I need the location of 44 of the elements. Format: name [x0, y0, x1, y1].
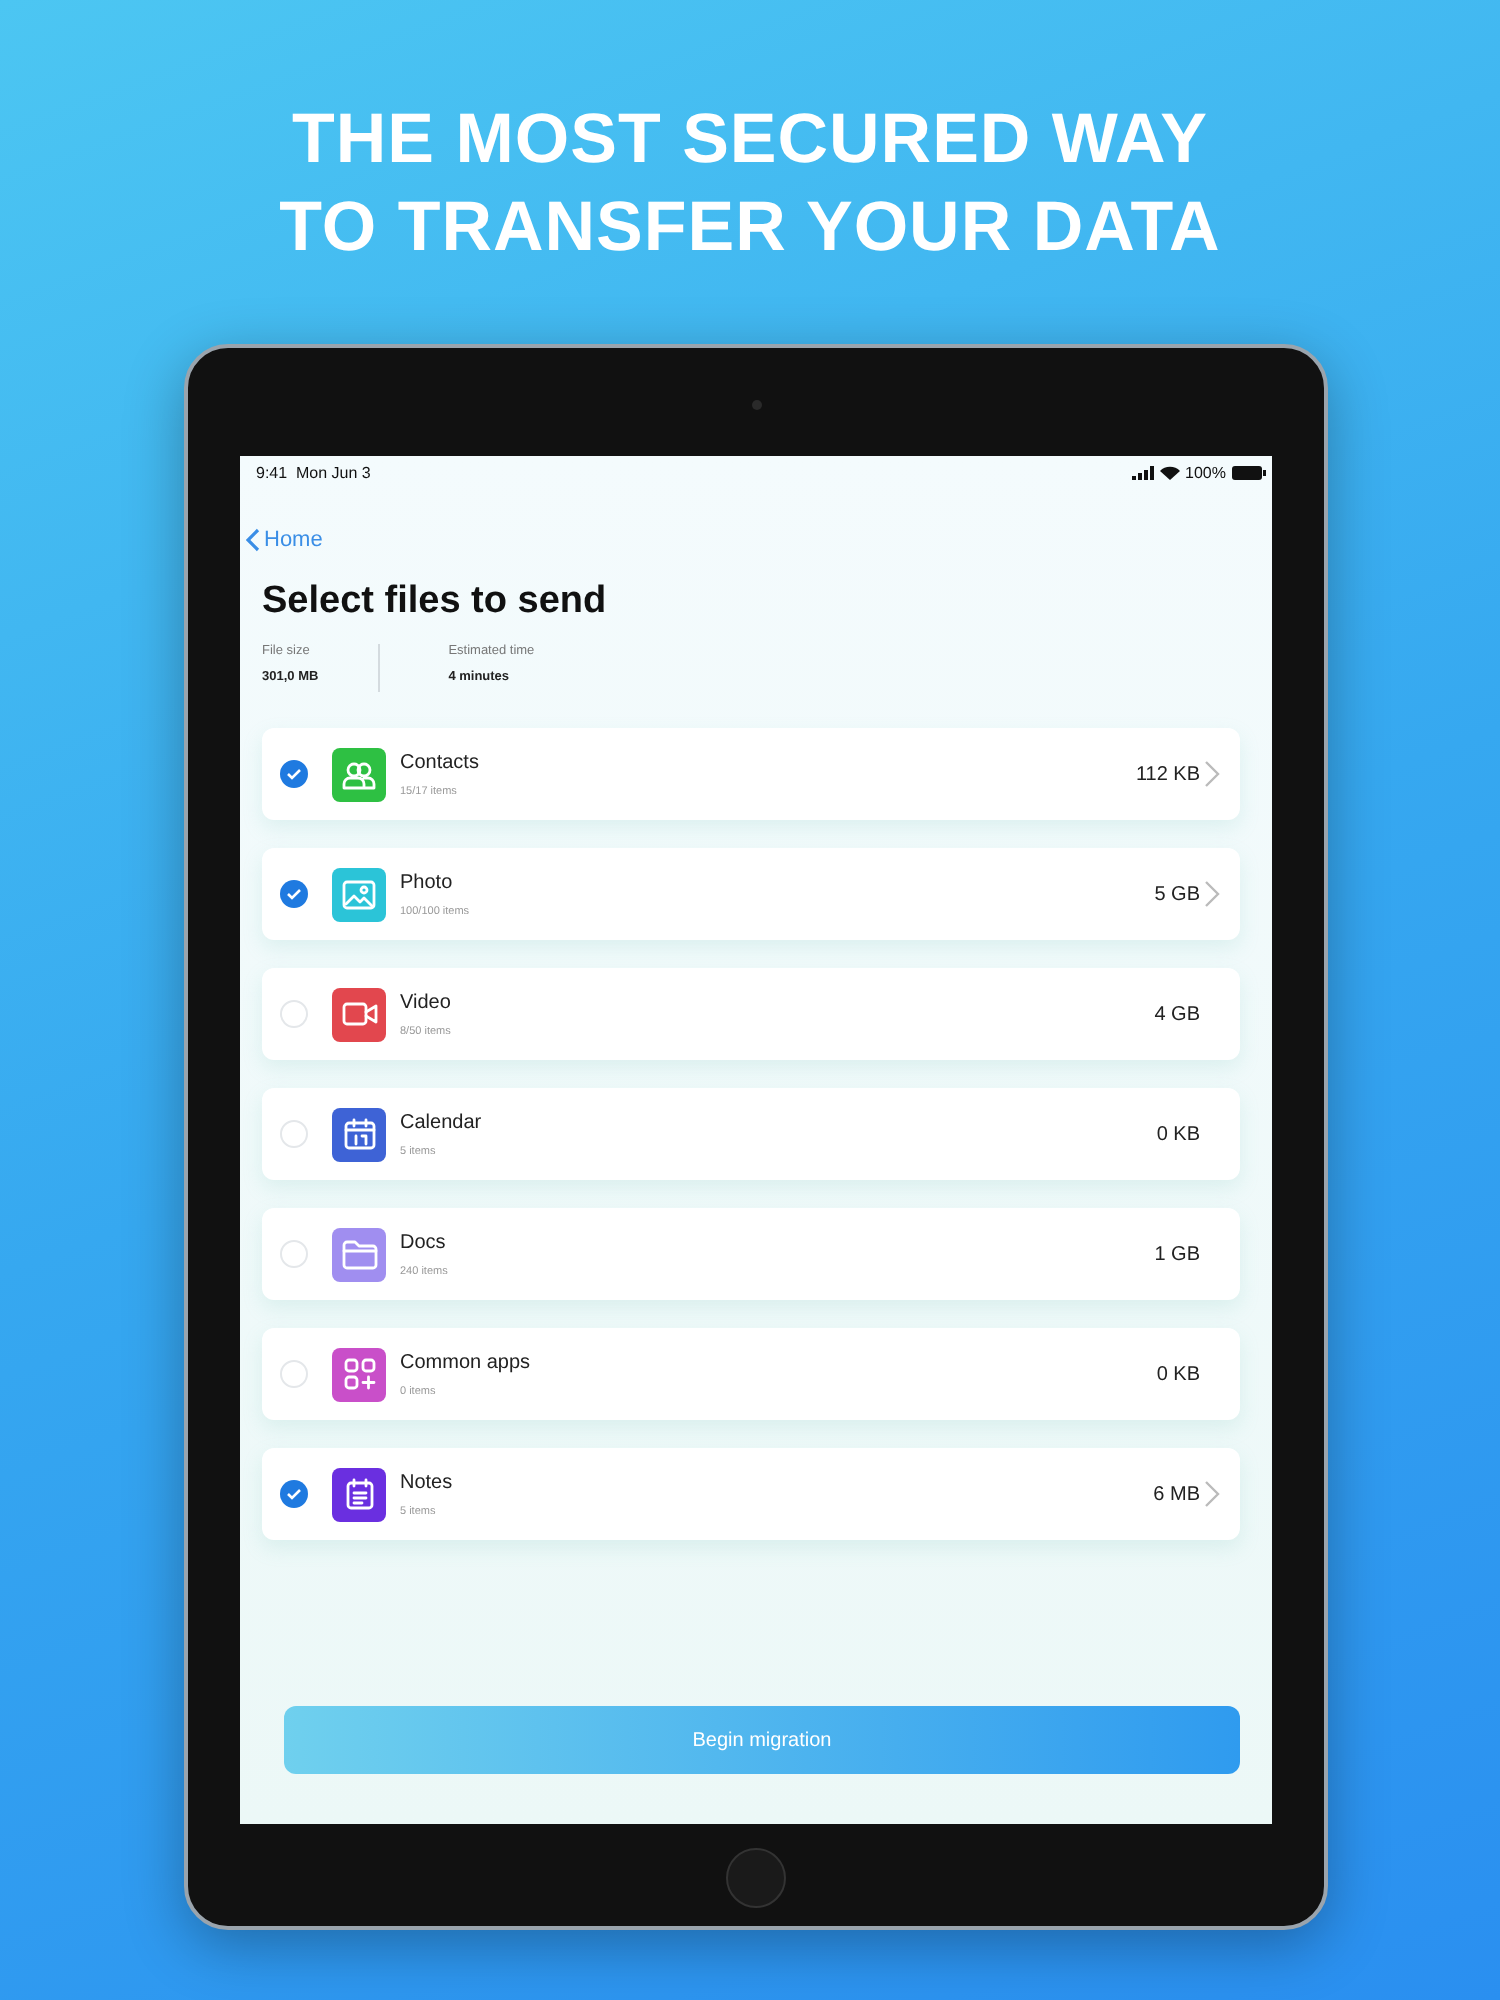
category-size: 0 KB: [1156, 1123, 1200, 1145]
video-camera-icon: [341, 1002, 377, 1026]
checkmark-icon: [286, 768, 302, 780]
category-name: Common apps: [400, 1351, 533, 1373]
people-icon: [342, 759, 376, 789]
category-size: 6 MB: [1153, 1483, 1200, 1505]
category-size: 0 KB: [1156, 1363, 1200, 1385]
checkbox[interactable]: [280, 760, 308, 788]
category-name: Video: [400, 991, 453, 1013]
status-time: 9:41 Mon Jun 3: [256, 463, 371, 481]
battery-percent: 100%: [1185, 463, 1226, 481]
apps-grid-icon: [343, 1358, 375, 1390]
checkbox[interactable]: [280, 880, 308, 908]
back-chevron-icon: [246, 528, 260, 552]
category-size: 112 KB: [1135, 763, 1200, 785]
checkmark-icon: [286, 888, 302, 900]
folder-icon: [341, 1239, 377, 1269]
headline: THE MOST SECURED WAY: [292, 98, 1208, 182]
image-icon: [342, 879, 376, 909]
headline: TO TRANSFER YOUR DATA: [279, 186, 1221, 270]
category-name: Contacts: [400, 751, 481, 773]
category-size: 4 GB: [1154, 1003, 1200, 1025]
notepad-icon: [345, 1478, 373, 1510]
chevron-right-icon: [1204, 880, 1220, 908]
checkbox[interactable]: [280, 1360, 308, 1388]
chevron-right-icon: [1204, 1480, 1220, 1508]
category-name: Notes: [400, 1471, 455, 1493]
chevron-right-icon: [1204, 760, 1220, 788]
category-size: 1 GB: [1154, 1243, 1200, 1265]
camera-icon: [751, 400, 761, 410]
checkmark-icon: [286, 1488, 302, 1500]
page-title: Select files to send: [262, 580, 609, 624]
wifi-icon: [1159, 465, 1180, 479]
category-size: 5 GB: [1154, 883, 1200, 905]
category-name: Docs: [400, 1231, 448, 1253]
category-name: Calendar: [400, 1111, 484, 1133]
battery-icon: [1232, 465, 1266, 479]
signal-icon: [1131, 465, 1154, 479]
checkbox[interactable]: [280, 1240, 308, 1268]
category-name: Photo: [400, 871, 455, 893]
calendar-icon: [343, 1118, 375, 1150]
checkbox[interactable]: [280, 1480, 308, 1508]
checkbox[interactable]: [280, 1000, 308, 1028]
checkbox[interactable]: [280, 1120, 308, 1148]
